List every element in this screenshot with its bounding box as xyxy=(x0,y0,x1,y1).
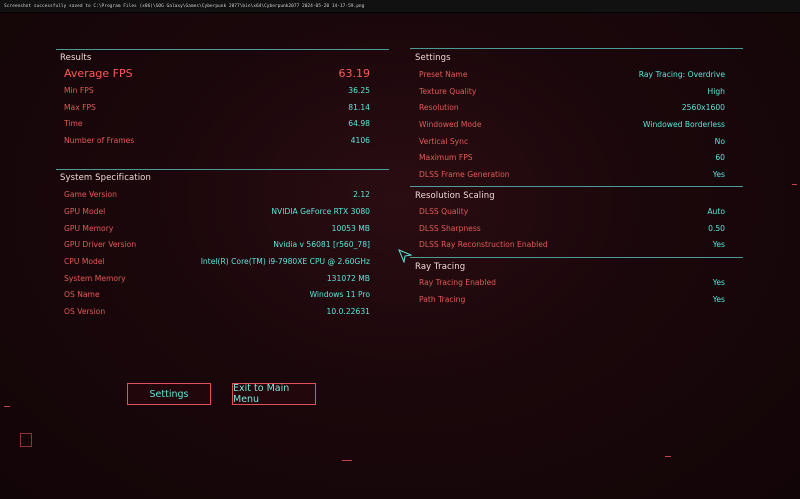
vsync-label: Vertical Sync xyxy=(419,137,469,146)
results-divider xyxy=(56,49,389,50)
cpu-model-value: Intel(R) Core(TM) i9-7980XE CPU @ 2.60GH… xyxy=(200,257,370,266)
game-version-label: Game Version xyxy=(64,190,117,199)
game-version-value: 2.12 xyxy=(353,190,370,199)
texture-quality-label: Texture Quality xyxy=(419,87,477,96)
frames-value: 4106 xyxy=(350,136,370,145)
results-title: Results xyxy=(60,53,92,63)
hud-bottom-marker xyxy=(342,460,352,461)
os-version-value: 10.0.22631 xyxy=(326,307,370,316)
resolution-value: 2560x1600 xyxy=(681,103,725,112)
hud-version-box xyxy=(20,433,32,447)
max-fps-setting-value: 60 xyxy=(715,153,725,162)
dlss-rr-value: Yes xyxy=(712,240,725,249)
max-fps-value: 81.14 xyxy=(348,103,370,112)
max-fps-label: Max FPS xyxy=(64,103,96,112)
exit-main-menu-button[interactable]: Exit to Main Menu xyxy=(232,383,316,405)
dlss-rr-label: DLSS Ray Reconstruction Enabled xyxy=(419,240,548,249)
settings-title: Settings xyxy=(415,53,451,63)
windowed-mode-value: Windowed Borderless xyxy=(643,120,725,129)
dlss-quality-label: DLSS Quality xyxy=(419,207,469,216)
system-memory-label: System Memory xyxy=(64,274,126,283)
min-fps-value: 36.25 xyxy=(348,86,370,95)
preset-name-value: Ray Tracing: Overdrive xyxy=(638,70,725,79)
min-fps-label: Min FPS xyxy=(64,86,94,95)
gpu-model-value: NVIDIA GeForce RTX 3080 xyxy=(271,207,370,216)
max-fps-setting-label: Maximum FPS xyxy=(419,153,473,162)
windowed-mode-label: Windowed Mode xyxy=(419,120,482,129)
preset-name-label: Preset Name xyxy=(419,70,468,79)
scaling-title: Resolution Scaling xyxy=(415,191,495,201)
mouse-cursor-icon xyxy=(398,248,413,267)
gpu-driver-value: Nvidia v 56081 [r560_78] xyxy=(273,240,370,249)
path-tracing-value: Yes xyxy=(712,295,725,304)
os-version-label: OS Version xyxy=(64,307,106,316)
rt-enabled-label: Ray Tracing Enabled xyxy=(419,278,496,287)
settings-divider xyxy=(410,48,743,49)
system-memory-value: 131072 MB xyxy=(326,274,370,283)
gpu-memory-label: GPU Memory xyxy=(64,224,114,233)
raytracing-divider xyxy=(410,257,743,258)
dlss-sharpness-value: 0.50 xyxy=(708,224,725,233)
hud-right-tick xyxy=(792,184,797,185)
raytracing-title: Ray Tracing xyxy=(415,262,466,272)
dlss-sharpness-label: DLSS Sharpness xyxy=(419,224,481,233)
rt-enabled-value: Yes xyxy=(712,278,725,287)
resolution-label: Resolution xyxy=(419,103,459,112)
vsync-value: No xyxy=(714,137,725,146)
system-divider xyxy=(56,169,389,170)
os-name-label: OS Name xyxy=(64,290,100,299)
dlss-framegen-value: Yes xyxy=(712,170,725,179)
scaling-divider xyxy=(410,186,743,187)
dlss-framegen-label: DLSS Frame Generation xyxy=(419,170,510,179)
frames-label: Number of Frames xyxy=(64,136,135,145)
os-name-value: Windows 11 Pro xyxy=(309,290,370,299)
path-tracing-label: Path Tracing xyxy=(419,295,466,304)
hud-bottom-right-tick xyxy=(665,456,671,457)
time-value: 64.98 xyxy=(348,119,370,128)
average-fps-label: Average FPS xyxy=(64,67,133,80)
time-label: Time xyxy=(64,119,83,128)
average-fps-value: 63.19 xyxy=(338,67,371,80)
dlss-quality-value: Auto xyxy=(707,207,725,216)
gpu-model-label: GPU Model xyxy=(64,207,106,216)
hud-left-tick xyxy=(4,406,10,407)
gpu-memory-value: 10053 MB xyxy=(331,224,370,233)
cpu-model-label: CPU Model xyxy=(64,257,105,266)
notification-bar: Screenshot successfully saved to C:\Prog… xyxy=(0,0,800,13)
texture-quality-value: High xyxy=(707,87,725,96)
gpu-driver-label: GPU Driver Version xyxy=(64,240,137,249)
system-title: System Specification xyxy=(60,173,151,183)
settings-button[interactable]: Settings xyxy=(127,383,211,405)
